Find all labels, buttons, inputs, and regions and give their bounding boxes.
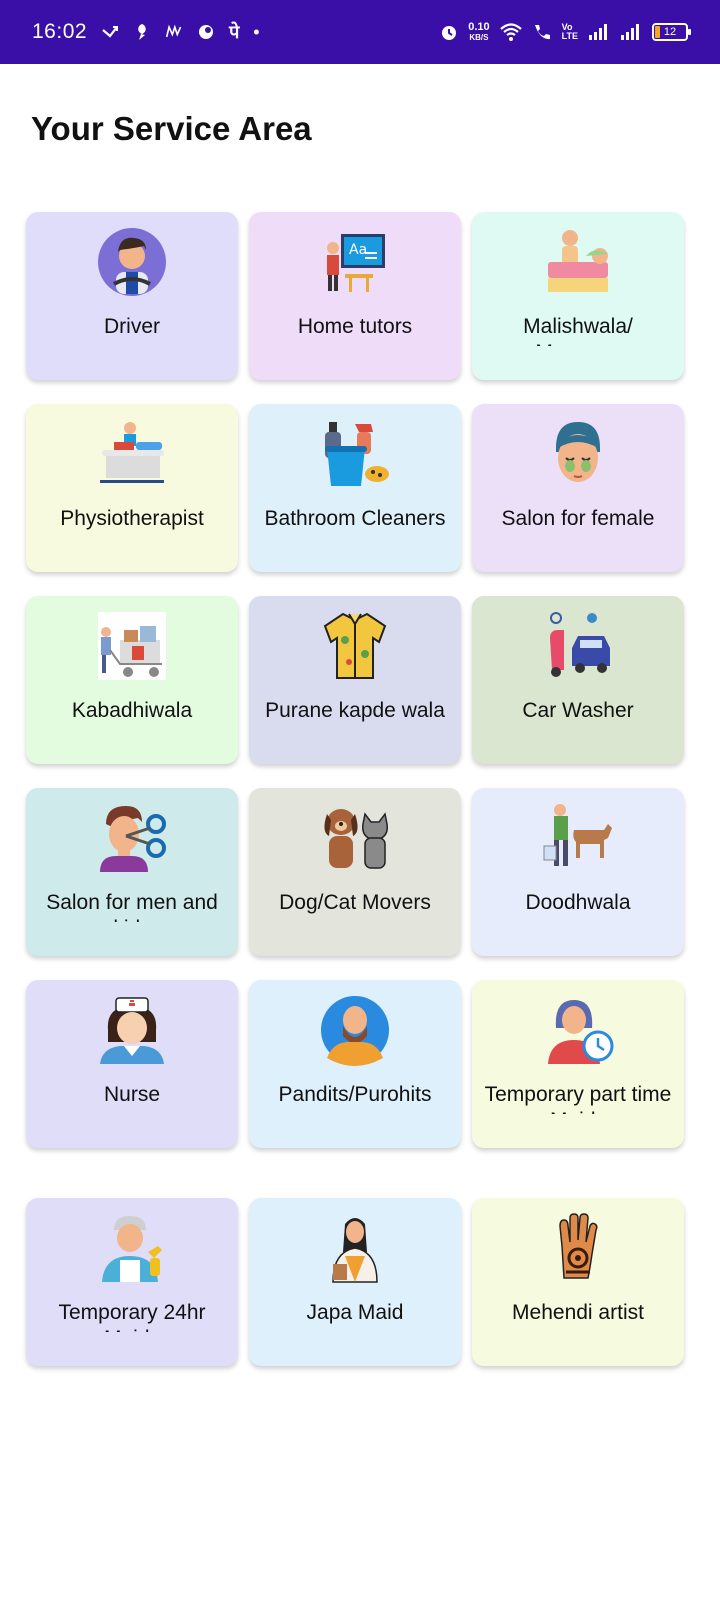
service-card[interactable]: Temporary 24hr Maids [26,1198,238,1366]
massage-icon [542,226,614,298]
service-card-label: Japa Maid [306,1301,404,1324]
app-notification-icon: पे [229,22,240,42]
service-card-label: Car Washer [522,699,634,722]
service-card[interactable]: Temporary part time Maids [472,980,684,1148]
signal-strength-icon [621,24,639,40]
alarm-icon [442,26,457,40]
app-notification-icon [165,24,182,38]
service-card[interactable]: Mehendi artist [472,1198,684,1366]
service-card-label: Mehendi artist [512,1301,644,1324]
milkman-cow-icon [542,802,614,874]
service-card[interactable]: Driver [26,212,238,380]
service-card-label: Driver [104,315,160,338]
volte-icon: Vo LTE [561,22,578,41]
service-card-label: Salon for men and kids [46,891,218,922]
shirt-icon [319,610,391,682]
svg-text:Aa: Aa [349,242,367,258]
service-card[interactable]: Doodhwala [472,788,684,956]
service-card[interactable]: Purane kapde wala [249,596,461,764]
service-card-label: Kabadhiwala [71,699,193,722]
battery-icon: 12 [652,23,691,41]
service-card-label: Dog/Cat Movers [279,891,431,914]
more-notifications-dot-icon: • [253,21,260,42]
service-card[interactable]: Malishwala/ Massage [472,212,684,380]
network-speed-value: 0.10 [468,20,490,33]
app-notification-icon [138,24,146,40]
service-card[interactable]: Dog/Cat Movers [249,788,461,956]
wifi-icon [499,23,522,41]
pandit-icon [319,994,391,1066]
service-card[interactable]: Salon for men and kids [26,788,238,956]
maid-24hr-icon [96,1212,168,1284]
car-wash-icon [542,610,614,682]
scrap-cart-icon [96,610,168,682]
signal-strength-icon [589,24,607,40]
app-notification-icon [199,25,214,39]
status-time: 16:02 [32,20,88,43]
pets-icon [319,802,391,874]
service-card[interactable]: Kabadhiwala [26,596,238,764]
service-card-label: Salon for female [501,507,655,530]
service-card[interactable]: Japa Maid [249,1198,461,1366]
part-time-maid-icon [542,994,614,1066]
cleaning-icon [319,418,391,490]
mehendi-hand-icon [542,1212,614,1284]
battery-level: 12 [663,26,677,38]
service-card-label: Purane kapde wala [265,699,445,722]
service-card-label: Doodhwala [525,891,631,914]
service-card-label: Bathroom Cleaners [264,507,446,530]
service-card-label: Pandits/Purohits [278,1083,432,1106]
female-salon-icon [542,418,614,490]
missed-call-icon [102,26,119,38]
service-card[interactable]: Bathroom Cleaners [249,404,461,572]
service-card[interactable]: Car Washer [472,596,684,764]
service-card[interactable]: Pandits/Purohits [249,980,461,1148]
service-card-label: Temporary part time Maids [484,1083,672,1114]
service-card[interactable]: Physiotherapist [26,404,238,572]
service-card[interactable]: Nurse [26,980,238,1148]
wifi-calling-icon [534,25,550,40]
service-card-label: Home tutors [297,315,413,338]
driver-icon [96,226,168,298]
page-title: Your Service Area [31,110,312,147]
network-speed-unit: KB/S [469,32,489,42]
status-bar: 16:02 पे • 0.10 KB/S Vo LTE 12 [0,0,720,64]
network-speed: 0.10 KB/S [468,20,490,43]
service-card-label: Temporary 24hr Maids [58,1301,206,1332]
service-card-label: Physiotherapist [60,507,204,530]
barber-icon [96,802,168,874]
tutor-icon: Aa [319,226,391,298]
service-card[interactable]: Aa Home tutors [249,212,461,380]
nurse-icon [96,994,168,1066]
physio-icon [96,418,168,490]
service-card-label: Nurse [103,1083,161,1106]
japa-maid-icon [319,1212,391,1284]
service-card[interactable]: Salon for female [472,404,684,572]
service-card-label: Malishwala/ Massage [523,315,633,346]
